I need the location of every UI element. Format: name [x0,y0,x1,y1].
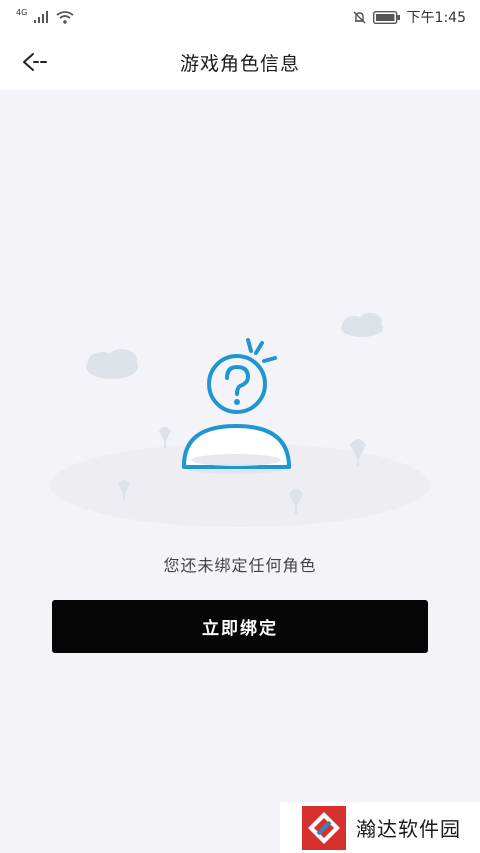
wifi-icon [56,10,74,24]
back-arrow-icon [23,53,47,71]
tree-icon [159,426,171,448]
battery-icon [372,10,400,24]
cloud-icon [341,313,383,337]
watermark-text: 瀚达软件园 [356,817,461,841]
watermark-logo-icon [302,805,346,850]
clock: 下午1:45 [406,10,466,26]
back-button[interactable] [20,48,50,76]
app-header: 游戏角色信息 [0,34,480,90]
bell-off-icon [353,11,366,23]
network-type: 4G [16,7,28,17]
signal-icon [34,11,49,23]
watermark: 瀚达软件园 [280,802,480,853]
page-title: 游戏角色信息 [179,52,300,75]
empty-state-message: 您还未绑定任何角色 [163,556,317,575]
empty-state-illustration [50,313,430,527]
status-bar-right: 下午1:45 [352,7,466,27]
status-bar-left: 4G [16,7,74,24]
status-bar: 4G 下午1:45 [0,0,480,34]
cloud-icon [86,349,138,379]
unknown-user-question-icon [180,338,292,474]
bind-now-button[interactable]: 立即绑定 [52,600,428,653]
